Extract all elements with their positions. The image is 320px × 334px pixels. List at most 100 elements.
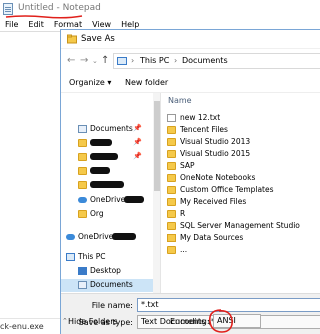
pin-icon: 📌 [133,138,142,146]
forward-arrow-icon[interactable]: → [80,55,88,66]
list-item[interactable]: OneNote Notebooks [167,173,320,184]
desktop-icon [78,267,87,275]
folder-icon [167,210,176,218]
onedrive-icon [66,234,75,240]
file-label: R [180,209,186,218]
list-item[interactable]: SQL Server Management Studio [167,221,320,232]
list-item[interactable]: Visual Studio 2015 [167,149,320,160]
list-item[interactable]: ... [167,245,320,256]
redaction-mark [112,233,136,240]
nav-item-documents-quick[interactable]: Documents 📌 [61,123,160,136]
documents-icon [78,281,87,289]
file-label: ... [180,245,188,254]
pin-icon: 📌 [133,124,142,132]
nav-label: Desktop [90,266,121,275]
nav-item-desktop[interactable]: Desktop [61,265,160,278]
dialog-title-bar: Save As [61,30,320,48]
list-item[interactable]: new 12.txt [167,113,320,124]
onedrive-icon [78,197,87,203]
folder-icon [167,246,176,254]
file-label: My Received Files [180,197,247,206]
folder-icon [78,210,87,218]
save-as-dialog: Save As ← → ⌄ ↑ › This PC › Documents Or… [60,29,320,334]
file-label: My Data Sources [180,233,244,242]
column-header-name[interactable]: Name [168,96,192,105]
navigation-pane: Documents 📌 📌 📌 OneDrive Org OneDrive Th… [61,93,161,293]
redaction-mark [90,181,124,188]
special-folder-icon [167,234,176,242]
nav-label: OneDrive [78,232,114,241]
folder-icon [167,198,176,206]
folder-icon [78,167,87,175]
nav-item-org[interactable]: Org [61,208,160,221]
nav-item-redacted[interactable]: 📌 [61,137,160,150]
up-arrow-icon[interactable]: ↑ [101,55,109,66]
list-item[interactable]: Visual Studio 2013 [167,137,320,148]
folder-icon [167,186,176,194]
nav-item-redacted[interactable]: 📌 [61,151,160,164]
list-item[interactable]: R [167,209,320,220]
breadcrumb-this-pc[interactable]: This PC [140,56,169,65]
folder-icon [167,150,176,158]
chevron-right-icon[interactable]: › [131,56,134,65]
notepad-text-area[interactable] [0,31,60,321]
chevron-right-icon[interactable]: › [174,56,177,65]
nav-item-this-pc[interactable]: This PC [61,251,160,264]
dialog-toolbar: Organize ▾ New folder [61,73,320,93]
red-circle-annotation [208,309,233,333]
nav-scrollbar[interactable] [153,93,160,293]
nav-item-redacted[interactable] [61,179,160,192]
folder-icon [78,139,87,147]
list-item[interactable]: My Received Files [167,197,320,208]
notepad-title: Untitled - Notepad [18,3,101,13]
breadcrumb-documents[interactable]: Documents [182,56,228,65]
address-bar[interactable]: › This PC › Documents [113,53,320,69]
file-list: Name new 12.txt Tencent Files Visual Stu… [161,93,320,293]
file-label: SQL Server Management Studio [180,221,300,230]
recent-chevron-icon[interactable]: ⌄ [92,57,98,65]
nav-label: Documents [90,280,133,289]
save-as-icon [67,34,77,44]
folder-icon [167,126,176,134]
notepad-title-bar: Untitled - Notepad [0,0,320,19]
redaction-mark [124,196,144,203]
nav-item-onedrive-2[interactable]: OneDrive [61,231,160,244]
nav-item-redacted[interactable] [61,165,160,178]
menu-edit[interactable]: Edit [23,19,49,31]
chevron-up-icon[interactable]: ⌃ [62,317,68,325]
pc-icon [117,57,127,65]
folder-icon [167,138,176,146]
organize-button[interactable]: Organize ▾ [69,78,111,87]
redaction-mark [90,153,118,160]
address-row: ← → ⌄ ↑ › This PC › Documents [61,49,320,73]
encoding-label: Encoding: [170,317,210,326]
dialog-title: Save As [81,34,115,44]
file-label: OneNote Notebooks [180,173,256,182]
nav-label: Org [90,209,104,218]
file-label: Custom Office Templates [180,185,274,194]
nav-item-documents[interactable]: Documents [61,279,160,292]
new-folder-button[interactable]: New folder [125,78,168,87]
nav-item-onedrive[interactable]: OneDrive [61,194,160,207]
list-item[interactable]: SAP [167,161,320,172]
back-arrow-icon[interactable]: ← [67,55,75,66]
pin-icon: 📌 [133,152,142,160]
file-label: Visual Studio 2013 [180,137,251,146]
folder-icon [167,162,176,170]
file-label: SAP [180,161,195,170]
folder-icon [78,181,87,189]
hide-folders-button[interactable]: Hide Folders [68,317,118,326]
list-item[interactable]: Tencent Files [167,125,320,136]
text-file-icon [167,114,176,122]
pc-icon [66,253,75,261]
nav-label: This PC [78,252,106,261]
file-label: Visual Studio 2015 [180,149,251,158]
list-item[interactable]: My Data Sources [167,233,320,244]
file-label: new 12.txt [180,113,221,122]
documents-icon [78,125,87,133]
list-item[interactable]: Custom Office Templates [167,185,320,196]
scroll-thumb[interactable] [154,101,160,191]
folder-icon [78,153,87,161]
menu-file[interactable]: File [0,19,23,31]
redaction-mark [90,167,110,174]
